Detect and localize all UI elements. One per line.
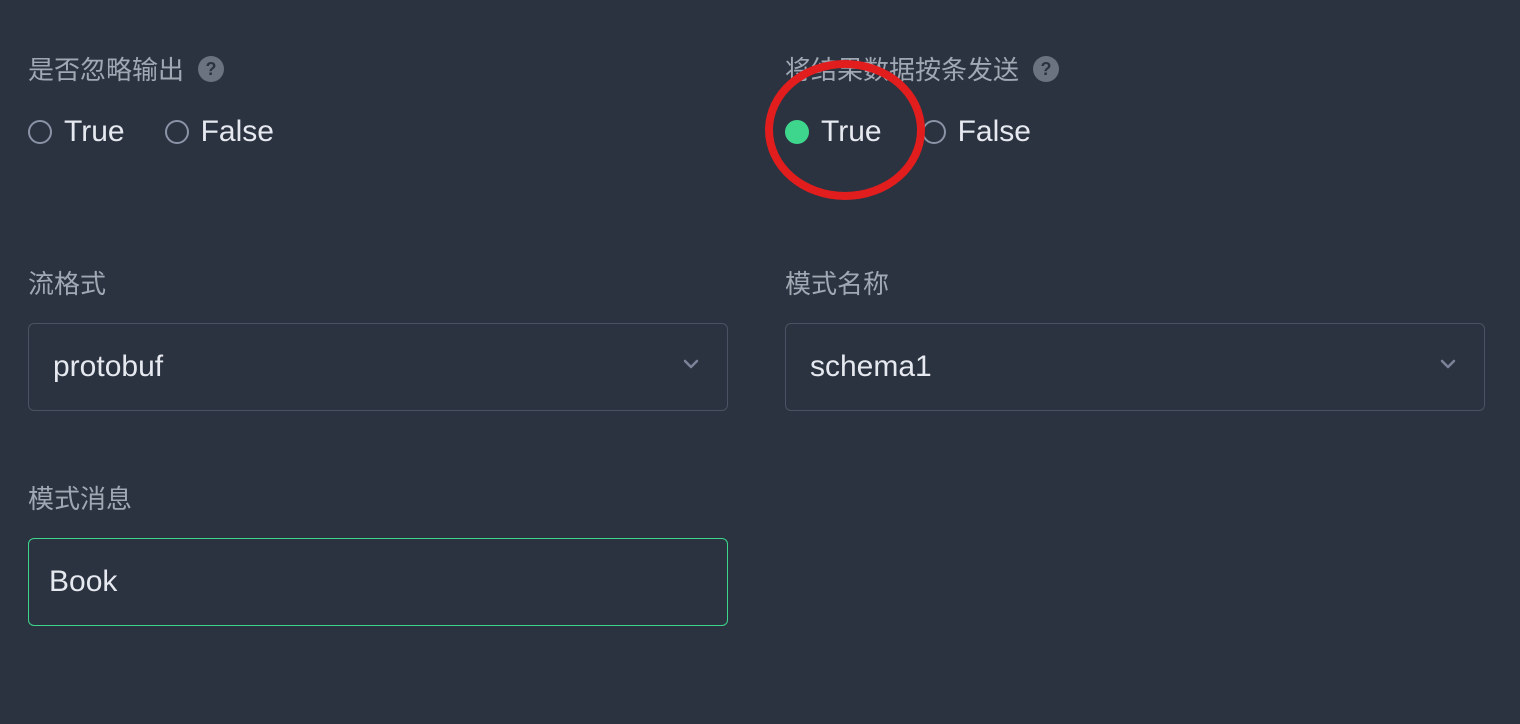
ignore-output-false-label: False [201,115,274,149]
schema-name-label: 模式名称 [785,264,1492,301]
ignore-output-true-label: True [64,115,125,149]
schema-message-input[interactable]: Book [28,538,728,626]
send-row-by-row-radio-group: True False [785,115,1492,149]
radio-icon [165,120,189,144]
stream-format-select[interactable]: protobuf [28,323,728,411]
radio-icon [28,120,52,144]
chevron-down-icon [1436,352,1460,382]
send-row-by-row-label-text: 将结果数据按条发送 [785,50,1019,87]
ignore-output-label: 是否忽略输出 ? [28,50,735,87]
chevron-down-icon [679,352,703,382]
schema-name-value: schema1 [810,350,932,384]
send-row-by-row-false-label: False [958,115,1031,149]
ignore-output-true-option[interactable]: True [28,115,125,149]
ignore-output-label-text: 是否忽略输出 [28,50,184,87]
send-row-by-row-false-option[interactable]: False [922,115,1031,149]
ignore-output-radio-group: True False [28,115,735,149]
help-icon[interactable]: ? [1033,56,1059,82]
ignore-output-false-option[interactable]: False [165,115,274,149]
schema-name-select[interactable]: schema1 [785,323,1485,411]
stream-format-label: 流格式 [28,264,735,301]
stream-format-value: protobuf [53,350,163,384]
send-row-by-row-true-option[interactable]: True [785,115,882,149]
radio-icon [922,120,946,144]
radio-selected-icon [785,120,809,144]
send-row-by-row-label: 将结果数据按条发送 ? [785,50,1492,87]
schema-message-label: 模式消息 [28,479,735,516]
send-row-by-row-true-label: True [821,115,882,149]
schema-message-value: Book [49,565,117,599]
help-icon[interactable]: ? [198,56,224,82]
